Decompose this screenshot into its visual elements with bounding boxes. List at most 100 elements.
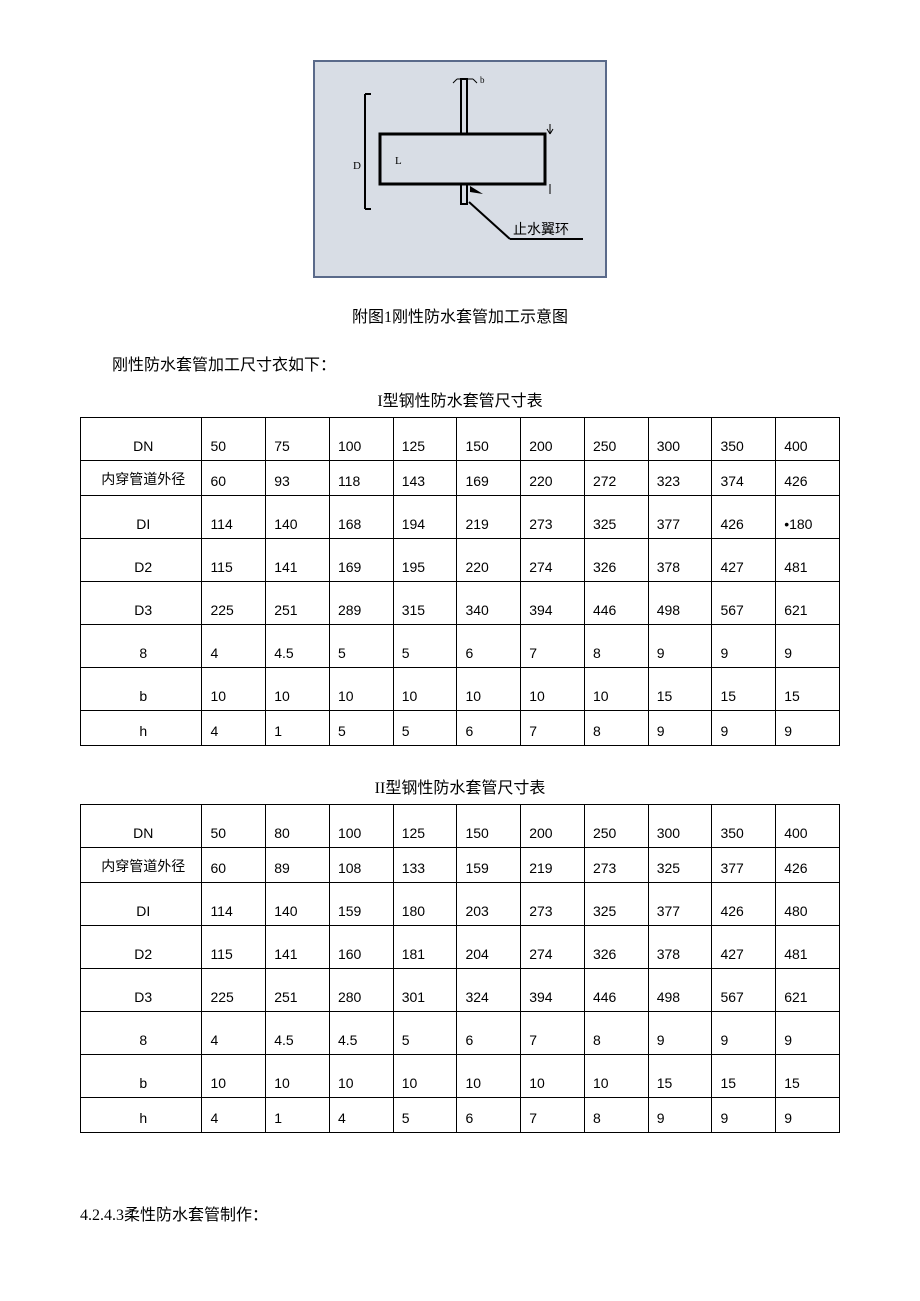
table-cell: 100 xyxy=(329,418,393,461)
table-cell: 567 xyxy=(712,582,776,625)
table-cell: 168 xyxy=(329,496,393,539)
table-cell: 377 xyxy=(648,883,712,926)
table-cell: 10 xyxy=(202,668,266,711)
table-cell: 274 xyxy=(521,926,585,969)
row-label: h xyxy=(81,711,202,746)
table-cell: 7 xyxy=(521,1098,585,1133)
table-cell: 377 xyxy=(712,848,776,883)
table-cell: 10 xyxy=(393,1055,457,1098)
table-cell: 200 xyxy=(521,805,585,848)
table-cell: 169 xyxy=(457,461,521,496)
table-cell: 498 xyxy=(648,582,712,625)
table-cell: 10 xyxy=(329,668,393,711)
table-cell: 4 xyxy=(202,1012,266,1055)
table-cell: 8 xyxy=(584,711,648,746)
table-cell: 15 xyxy=(776,1055,840,1098)
table-cell: 5 xyxy=(393,1012,457,1055)
table-cell: 115 xyxy=(202,926,266,969)
table-cell: •180 xyxy=(776,496,840,539)
table-cell: 5 xyxy=(393,1098,457,1133)
table-row: 844.54.55678999 xyxy=(81,1012,840,1055)
table2-title: II型钢性防水套管尺寸表 xyxy=(80,774,840,798)
table-row: h4155678999 xyxy=(81,711,840,746)
table-cell: 125 xyxy=(393,805,457,848)
row-label: 内穿管道外径 xyxy=(81,461,202,496)
table-cell: 10 xyxy=(266,1055,330,1098)
table-cell: 446 xyxy=(584,969,648,1012)
table-cell: 9 xyxy=(712,711,776,746)
table-cell: 1 xyxy=(266,1098,330,1133)
svg-text:D: D xyxy=(353,160,361,172)
next-section-heading: 4.2.4.3柔性防水套管制作： xyxy=(80,1201,840,1225)
table1: DN5075100125150200250300350400内穿管道外径6093… xyxy=(80,417,840,746)
table-row: D2115141160181204274326378427481 xyxy=(81,926,840,969)
table-row: b10101010101010151515 xyxy=(81,1055,840,1098)
table-cell: 141 xyxy=(266,926,330,969)
row-label: 8 xyxy=(81,625,202,668)
table-cell: 4 xyxy=(329,1098,393,1133)
table-cell: 115 xyxy=(202,539,266,582)
table-cell: 80 xyxy=(266,805,330,848)
table-cell: 446 xyxy=(584,582,648,625)
table-cell: 250 xyxy=(584,418,648,461)
table-cell: 50 xyxy=(202,418,266,461)
table-cell: 6 xyxy=(457,711,521,746)
row-label: 内穿管道外径 xyxy=(81,848,202,883)
row-label: D3 xyxy=(81,969,202,1012)
table-cell: 498 xyxy=(648,969,712,1012)
table-cell: 300 xyxy=(648,418,712,461)
sleeve-diagram-icon: b D L 止水翼环 xyxy=(335,74,585,264)
table-cell: 301 xyxy=(393,969,457,1012)
table-cell: 10 xyxy=(521,1055,585,1098)
table-cell: 426 xyxy=(712,496,776,539)
table-cell: 159 xyxy=(457,848,521,883)
table-cell: 272 xyxy=(584,461,648,496)
table-cell: 220 xyxy=(457,539,521,582)
table-cell: 150 xyxy=(457,805,521,848)
table-cell: 326 xyxy=(584,539,648,582)
table-cell: 15 xyxy=(712,668,776,711)
table-cell: 10 xyxy=(457,1055,521,1098)
table-cell: 426 xyxy=(776,461,840,496)
table-cell: 195 xyxy=(393,539,457,582)
table-cell: 10 xyxy=(393,668,457,711)
table-row: h4145678999 xyxy=(81,1098,840,1133)
table-cell: 15 xyxy=(776,668,840,711)
table-cell: 9 xyxy=(712,1012,776,1055)
table-cell: 427 xyxy=(712,926,776,969)
table-cell: 10 xyxy=(521,668,585,711)
table-cell: 325 xyxy=(648,848,712,883)
table-cell: 150 xyxy=(457,418,521,461)
table-cell: 394 xyxy=(521,582,585,625)
table-cell: 480 xyxy=(776,883,840,926)
svg-text:b: b xyxy=(480,75,485,85)
table-cell: 426 xyxy=(712,883,776,926)
table-cell: 10 xyxy=(584,668,648,711)
table-row: DI114140168194219273325377426•180 xyxy=(81,496,840,539)
table-cell: 9 xyxy=(776,625,840,668)
table-cell: 324 xyxy=(457,969,521,1012)
table-cell: 4 xyxy=(202,625,266,668)
table-row: 844.555678999 xyxy=(81,625,840,668)
table-cell: 15 xyxy=(712,1055,776,1098)
table-cell: 15 xyxy=(648,1055,712,1098)
table-cell: 350 xyxy=(712,418,776,461)
table-cell: 394 xyxy=(521,969,585,1012)
table-cell: 15 xyxy=(648,668,712,711)
table-cell: 280 xyxy=(329,969,393,1012)
table-row: D3225251289315340394446498567621 xyxy=(81,582,840,625)
table-cell: 118 xyxy=(329,461,393,496)
table-cell: 9 xyxy=(648,1012,712,1055)
ring-label-text: 止水翼环 xyxy=(513,222,569,238)
table-cell: 340 xyxy=(457,582,521,625)
table-cell: 7 xyxy=(521,1012,585,1055)
table-cell: 325 xyxy=(584,883,648,926)
table-cell: 220 xyxy=(521,461,585,496)
table-cell: 273 xyxy=(584,848,648,883)
table-cell: 427 xyxy=(712,539,776,582)
table-row: D3225251280301324394446498567621 xyxy=(81,969,840,1012)
table-cell: 10 xyxy=(266,668,330,711)
table-cell: 274 xyxy=(521,539,585,582)
table-row: D2115141169195220274326378427481 xyxy=(81,539,840,582)
table-cell: 9 xyxy=(648,1098,712,1133)
